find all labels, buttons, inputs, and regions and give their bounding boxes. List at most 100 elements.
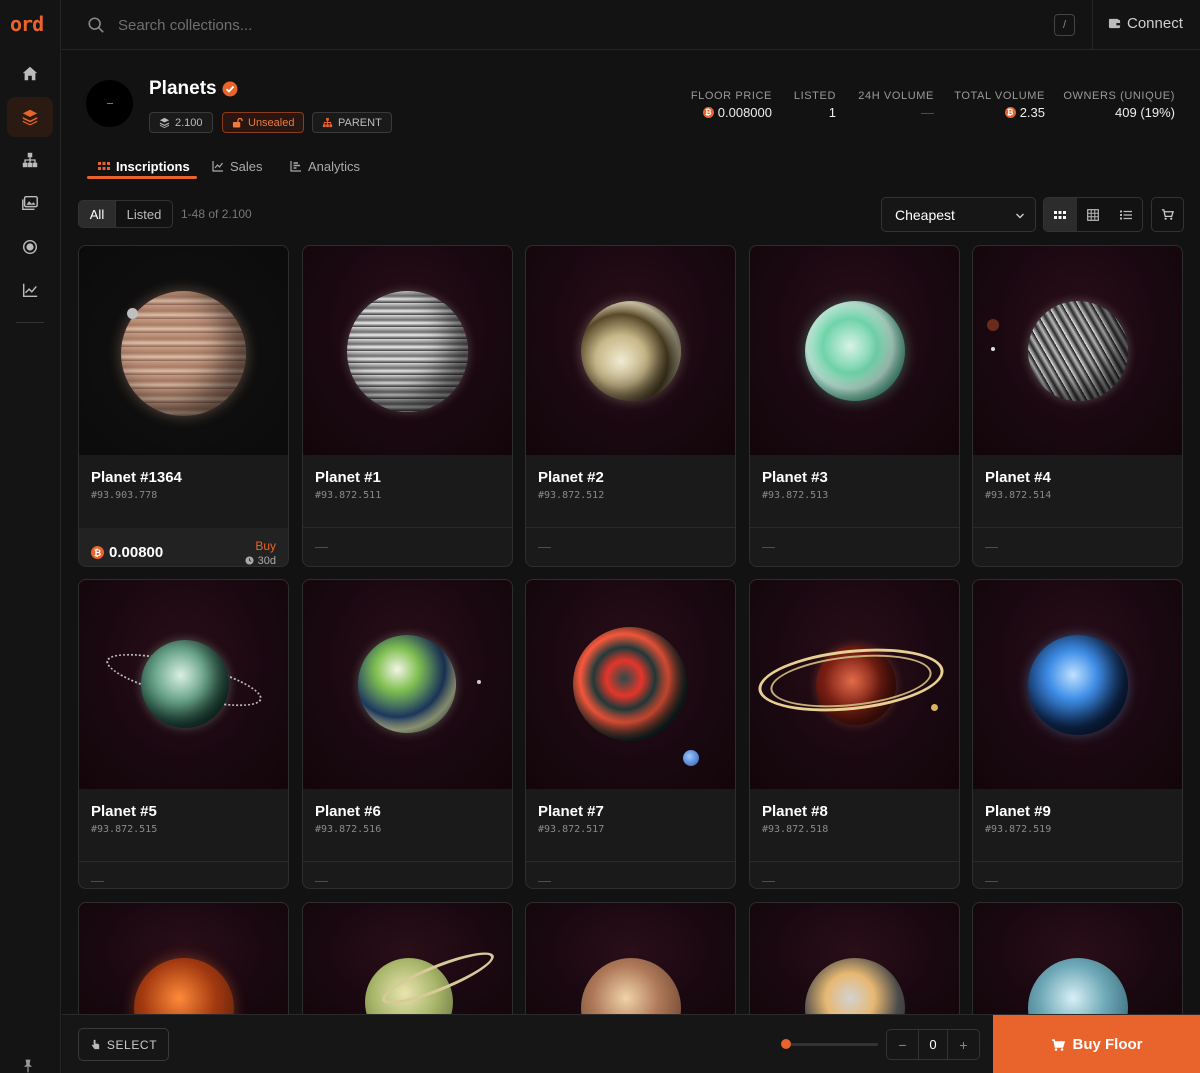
chart-line-icon [212,161,223,172]
inscription-image [526,246,735,455]
cart-icon [1051,1038,1065,1051]
topbar: / Connect [62,0,1200,50]
inscription-card[interactable] [302,902,513,1022]
sidebar-item-collections[interactable] [7,97,53,137]
grid-icon [1087,208,1099,221]
collection-title: Planets [149,78,217,99]
slider-handle[interactable] [781,1039,791,1049]
inscription-card[interactable] [525,902,736,1022]
inscription-image [303,580,512,789]
card-status: — [538,539,551,554]
filter-all-button[interactable]: All [79,201,116,227]
inscription-card[interactable] [749,902,960,1022]
inscription-card[interactable]: Planet #1 #93.872.511 — [302,245,513,567]
listing-age-value: 30d [257,554,276,567]
card-status: — [985,539,998,554]
card-title: Planet #1364 [91,469,182,486]
sidebar-item-analytics[interactable] [7,270,53,310]
app-root: ord / Connect Planets [0,0,1200,1073]
stat-label: OWNERS (UNIQUE) [1063,90,1175,102]
card-info: Planet #8 #93.872.518 [750,789,959,862]
parent-badge[interactable]: PARENT [312,112,392,133]
home-icon [22,66,38,81]
inscription-number: #93.872.513 [762,490,829,501]
inscription-image [303,246,512,455]
sitemap-icon [322,117,333,128]
sidebar-item-home[interactable] [7,54,53,94]
view-grid-button[interactable] [1077,198,1110,231]
inscription-number: #93.872.517 [538,824,605,835]
grid-dots-icon [1054,210,1067,219]
inscription-card[interactable]: Planet #7 #93.872.517 — [525,579,736,889]
sitemap-icon [22,152,38,168]
sidebar-item-tree[interactable] [7,140,53,180]
card-title: Planet #3 [762,469,828,486]
sidebar: ord [0,0,61,1073]
active-tab-indicator [87,176,197,179]
gallery-icon [22,195,38,211]
sidebar-item-ordinals[interactable] [7,227,53,267]
cart-button[interactable] [1151,197,1184,232]
buy-floor-button[interactable]: Buy Floor [993,1015,1200,1073]
stat-listed: LISTED 1 [794,90,836,120]
inscription-card[interactable] [972,902,1183,1022]
view-list-button[interactable] [1109,198,1142,231]
sidebar-item-gallery[interactable] [7,183,53,223]
tab-sales[interactable]: Sales [212,152,263,180]
quantity-stepper: − 0 + [886,1029,980,1060]
quantity-value[interactable]: 0 [918,1030,948,1059]
stat-value: 0.008000 [717,105,772,120]
inscription-number: #93.903.778 [91,490,158,501]
increment-button[interactable]: + [948,1030,979,1059]
inscription-image [750,903,959,1021]
stat-floor-price: FLOOR PRICE ₿ 0.008000 [691,90,772,120]
inscription-card[interactable]: Planet #1364 #93.903.778 ₿ 0.00800 Buy 3… [78,245,289,567]
inscription-card[interactable]: Planet #9 #93.872.519 — [972,579,1183,889]
inscription-card[interactable]: Planet #6 #93.872.516 — [302,579,513,889]
sort-select[interactable]: Cheapest [881,197,1036,232]
inscription-image [973,246,1182,455]
card-status: — [985,873,998,888]
stat-value: 2.35 [1019,105,1045,120]
connect-button[interactable]: Connect [1108,15,1183,32]
bitcoin-icon: ₿ [1004,107,1016,118]
bottom-action-bar: SELECT − 0 + Buy Floor [62,1014,1200,1073]
inscription-image [973,580,1182,789]
inscription-number: #93.872.519 [985,824,1052,835]
inscription-number: #93.872.516 [315,824,382,835]
card-status: — [91,873,104,888]
inscription-image [303,903,512,1021]
inscription-card[interactable] [78,902,289,1022]
pin-icon[interactable] [20,1058,36,1073]
search-shortcut-key: / [1054,14,1075,36]
sweep-slider[interactable] [781,1039,878,1049]
cart-icon [1161,209,1174,220]
inscription-image [79,903,288,1021]
stat-value: — [921,105,934,120]
card-price: ₿ 0.00800 [91,544,163,561]
card-status: — [762,873,775,888]
select-button[interactable]: SELECT [78,1028,169,1061]
unsealed-badge: Unsealed [222,112,305,133]
inscription-card[interactable]: Planet #3 #93.872.513 — [749,245,960,567]
inscription-card[interactable]: Planet #8 #93.872.518 — [749,579,960,889]
card-info: Planet #9 #93.872.519 [973,789,1182,862]
search-input[interactable] [118,12,1018,38]
card-title: Planet #1 [315,469,381,486]
tab-label: Analytics [308,158,361,174]
tab-analytics[interactable]: Analytics [290,152,360,180]
card-title: Planet #6 [315,803,381,820]
buy-button[interactable]: Buy [245,539,276,553]
inscription-number: #93.872.511 [315,490,382,501]
inscription-card[interactable]: Planet #5 #93.872.515 — [78,579,289,889]
view-compact-grid-button[interactable] [1044,198,1077,231]
listing-age: 30d [245,554,276,567]
logo[interactable]: ord [10,12,44,36]
decrement-button[interactable]: − [887,1030,918,1059]
slider-track [782,1043,878,1046]
filter-listed-button[interactable]: Listed [116,201,172,227]
parent-label: PARENT [338,116,382,129]
inscription-card[interactable]: Planet #4 #93.872.514 — [972,245,1183,567]
inscription-card[interactable]: Planet #2 #93.872.512 — [525,245,736,567]
inscription-number: #93.872.512 [538,490,605,501]
